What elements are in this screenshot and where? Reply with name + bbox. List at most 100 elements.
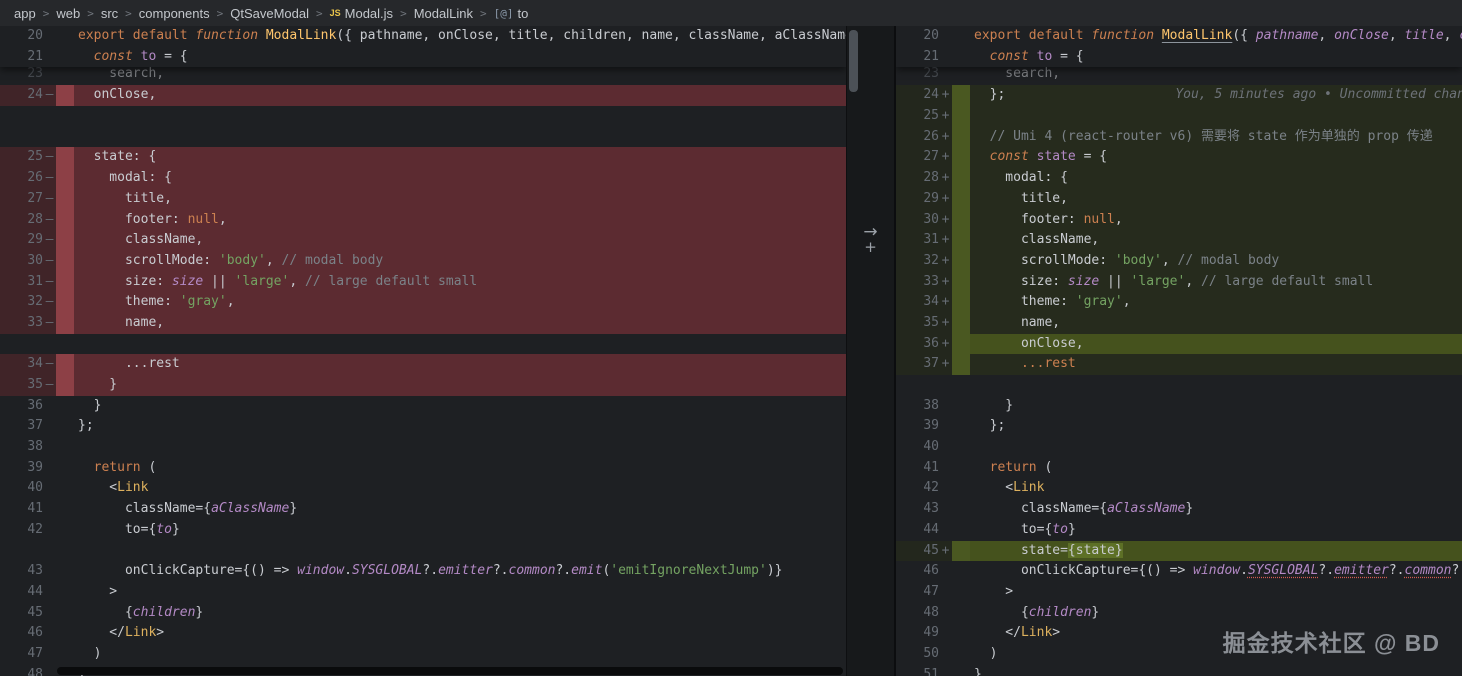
line-number-gutter[interactable]: 32– <box>0 292 56 313</box>
line-number-gutter[interactable]: 35– <box>0 375 56 396</box>
line-number-gutter[interactable]: 38 <box>896 396 952 417</box>
line-number-gutter[interactable]: 46 <box>896 561 952 582</box>
line-number-gutter[interactable]: 37 + <box>896 354 952 375</box>
code-line-left-28[interactable]: 28– footer: null, <box>0 209 846 231</box>
line-number-gutter[interactable]: 45 + <box>896 540 952 562</box>
line-number-gutter[interactable]: 44 <box>0 582 56 603</box>
code-line-right-27[interactable]: 27 + const state = { <box>896 147 1462 169</box>
line-number-gutter[interactable]: 43 <box>896 499 952 520</box>
code-line-right-51[interactable]: 51} <box>896 665 1462 676</box>
line-number-gutter[interactable]: 46 <box>0 623 56 644</box>
line-number-gutter[interactable]: 26– <box>0 168 56 189</box>
breadcrumb-item-modallink[interactable]: ModalLink <box>414 6 473 21</box>
line-number-gutter[interactable]: 20 <box>0 26 56 47</box>
code-line-left-33[interactable]: 33– name, <box>0 312 846 334</box>
code-line-right-32[interactable]: 32 + scrollMode: 'body', // modal body <box>896 250 1462 272</box>
line-number-gutter[interactable]: 41 <box>0 499 56 520</box>
code-line-left-23[interactable]: 23 search, <box>0 67 846 85</box>
line-number-gutter[interactable]: 36 <box>0 396 56 417</box>
line-number-gutter[interactable]: 25 + <box>896 106 952 127</box>
code-line-left-44[interactable]: 44 > <box>0 582 846 603</box>
code-line-right-40[interactable]: 40 <box>896 437 1462 458</box>
line-number-gutter[interactable]: 39 <box>896 416 952 437</box>
code-line-left-20[interactable]: 20 export default function ModalLink({ pa… <box>0 26 846 47</box>
breadcrumb-item-to[interactable]: [@] to <box>494 6 529 21</box>
code-line-left-26[interactable]: 26– modal: { <box>0 168 846 189</box>
code-line-right-42[interactable]: 42 <Link <box>896 478 1462 499</box>
line-number-gutter[interactable]: 35 + <box>896 312 952 334</box>
line-number-gutter[interactable]: 24 + <box>896 85 952 107</box>
line-number-gutter[interactable]: 31 + <box>896 230 952 251</box>
line-number-gutter[interactable]: 23 <box>896 67 952 85</box>
code-line-right-29[interactable]: 29 + title, <box>896 188 1462 210</box>
code-line-right-28[interactable]: 28 + modal: { <box>896 168 1462 189</box>
code-line-right-44[interactable]: 44 to={to} <box>896 520 1462 541</box>
code-line-left-25[interactable]: 25– state: { <box>0 147 846 169</box>
line-number-gutter[interactable]: 26 + <box>896 126 952 148</box>
line-number-gutter[interactable]: 30– <box>0 250 56 272</box>
line-number-gutter[interactable]: 29 + <box>896 188 952 210</box>
code-line-right-43[interactable]: 43 className={aClassName} <box>896 499 1462 520</box>
code-line-right-23[interactable]: 23 search, <box>896 67 1462 85</box>
line-number-gutter[interactable]: 33 + <box>896 271 952 293</box>
code-line-right-26[interactable]: 26 + // Umi 4 (react-router v6) 需要将 state… <box>896 126 1462 148</box>
line-number-gutter[interactable] <box>0 541 56 562</box>
line-number-gutter[interactable]: 48 <box>896 603 952 624</box>
line-number-gutter[interactable] <box>0 106 56 127</box>
line-number-gutter[interactable]: 34 + <box>896 292 952 313</box>
code-line-right-24[interactable]: 24 + }; You, 5 minutes ago • Uncommitted c… <box>896 85 1462 107</box>
vertical-scrollbar-thumb[interactable] <box>849 30 858 92</box>
line-number-gutter[interactable]: 27 + <box>896 147 952 169</box>
code-line-right-48[interactable]: 48 {children} <box>896 603 1462 624</box>
line-number-gutter[interactable]: 47 <box>896 582 952 603</box>
code-line-left-38[interactable]: 38 <box>0 437 846 458</box>
code-line-left-30[interactable]: 30– scrollMode: 'body', // modal body <box>0 250 846 272</box>
line-number-gutter[interactable]: 49 <box>896 623 952 644</box>
line-number-gutter[interactable]: 39 <box>0 458 56 479</box>
line-number-gutter[interactable]: 45 <box>0 603 56 624</box>
code-line-left-35[interactable]: 35– } <box>0 375 846 396</box>
line-number-gutter[interactable]: 44 <box>896 520 952 541</box>
line-number-gutter[interactable]: 34– <box>0 354 56 375</box>
breadcrumb-item-components[interactable]: components <box>139 6 210 21</box>
breadcrumb-item-src[interactable]: src <box>101 6 118 21</box>
line-number-gutter[interactable] <box>0 127 56 148</box>
code-line-left-42[interactable]: 42 to={to} <box>0 520 846 541</box>
code-line-left-46[interactable]: 46 </Link> <box>0 623 846 644</box>
line-number-gutter[interactable]: 25– <box>0 147 56 169</box>
horizontal-scrollbar[interactable] <box>57 667 843 675</box>
line-number-gutter[interactable]: 32 + <box>896 250 952 272</box>
code-line-right-35[interactable]: 35 + name, <box>896 312 1462 334</box>
code-line-right-47[interactable]: 47 > <box>896 582 1462 603</box>
breadcrumb-item-app[interactable]: app <box>14 6 36 21</box>
code-line-left-47[interactable]: 47 ) <box>0 644 846 665</box>
code-line-right-31[interactable]: 31 + className, <box>896 230 1462 251</box>
code-line-left-27[interactable]: 27– title, <box>0 188 846 210</box>
code-line-left-31[interactable]: 31– size: size || 'large', // large defa… <box>0 271 846 293</box>
line-number-gutter[interactable]: 50 <box>896 644 952 665</box>
line-number-gutter[interactable]: 21 <box>896 47 952 68</box>
code-line-left-41[interactable]: 41 className={aClassName} <box>0 499 846 520</box>
line-number-gutter[interactable]: 31– <box>0 271 56 293</box>
code-line-right-21[interactable]: 21 const to = { <box>896 47 1462 68</box>
code-line-left-36[interactable]: 36 } <box>0 396 846 417</box>
code-line-left-29[interactable]: 29– className, <box>0 230 846 251</box>
code-line-left-37[interactable]: 37}; <box>0 416 846 437</box>
code-line-right-39[interactable]: 39 }; <box>896 416 1462 437</box>
line-number-gutter[interactable]: 33– <box>0 312 56 334</box>
code-line-right-38[interactable]: 38 } <box>896 396 1462 417</box>
breadcrumb-item-web[interactable]: web <box>56 6 80 21</box>
code-line-right-30[interactable]: 30 + footer: null, <box>896 209 1462 231</box>
line-number-gutter[interactable]: 38 <box>0 437 56 458</box>
line-number-gutter[interactable]: 51 <box>896 665 952 676</box>
line-number-gutter[interactable]: 28– <box>0 209 56 231</box>
line-number-gutter[interactable]: 40 <box>896 437 952 458</box>
line-number-gutter[interactable]: 43 <box>0 561 56 582</box>
code-line-left-32[interactable]: 32– theme: 'gray', <box>0 292 846 313</box>
line-number-gutter[interactable]: 30 + <box>896 209 952 231</box>
code-line-right-25[interactable]: 25 + <box>896 106 1462 127</box>
diff-left-pane[interactable]: 20 export default function ModalLink({ pa… <box>0 26 846 676</box>
line-number-gutter[interactable]: 40 <box>0 478 56 499</box>
code-line-left-34[interactable]: 34– ...rest <box>0 354 846 375</box>
line-number-gutter[interactable] <box>896 375 952 396</box>
